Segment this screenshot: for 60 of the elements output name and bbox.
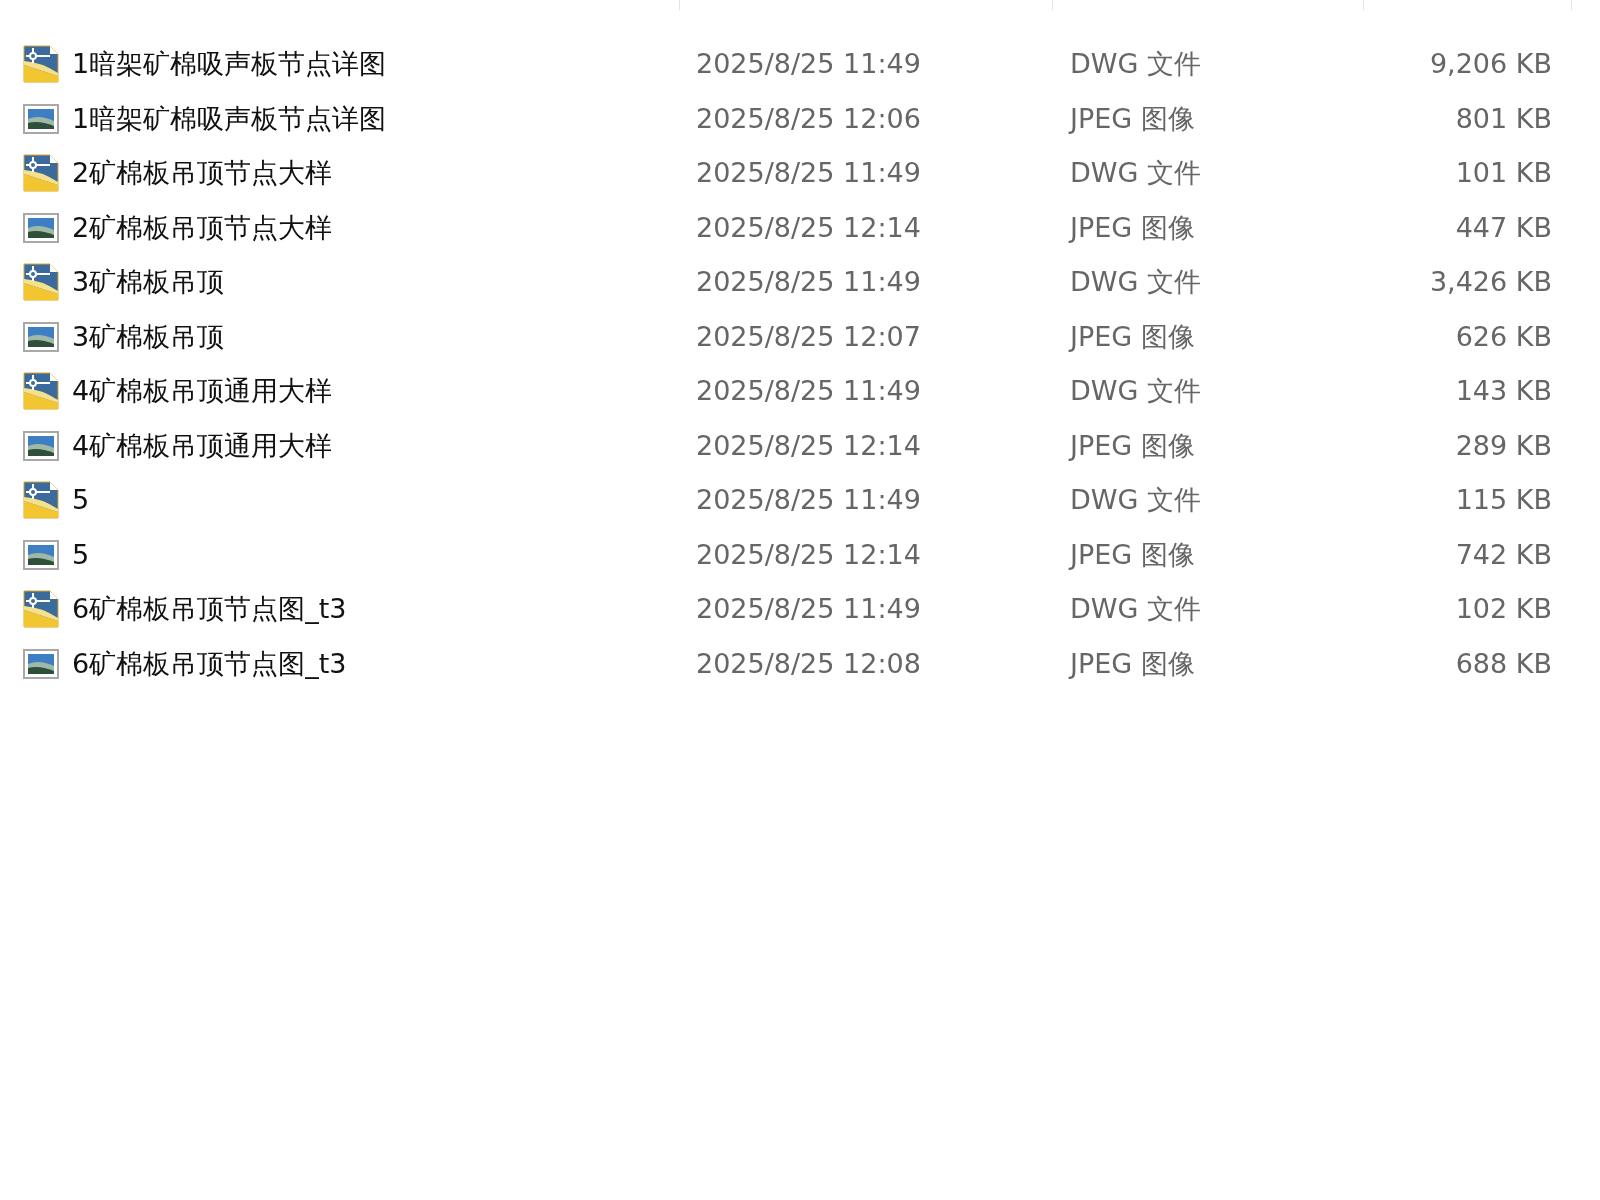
modified-date: 2025/8/25 12:14 bbox=[696, 211, 921, 243]
drawing-file-icon bbox=[23, 590, 59, 629]
file-type: DWG 文件 bbox=[1070, 157, 1201, 188]
modified-date: 2025/8/25 11:49 bbox=[696, 157, 921, 188]
modified-date: 2025/8/25 12:08 bbox=[696, 647, 921, 679]
file-name[interactable]: 5 bbox=[72, 480, 90, 521]
file-type: DWG 文件 bbox=[1070, 375, 1201, 406]
file-type: DWG 文件 bbox=[1070, 266, 1201, 297]
modified-date: 2025/8/25 12:06 bbox=[696, 102, 921, 134]
image-file-icon bbox=[23, 321, 59, 352]
drawing-file-icon bbox=[23, 372, 59, 411]
drawing-file-icon bbox=[23, 263, 59, 302]
file-name[interactable]: 1暗架矿棉吸声板节点详图 bbox=[72, 44, 387, 85]
image-file-icon bbox=[23, 430, 59, 461]
modified-date: 2025/8/25 11:49 bbox=[696, 593, 921, 624]
file-name[interactable]: 3矿棉板吊顶 bbox=[72, 316, 225, 357]
modified-date: 2025/8/25 11:49 bbox=[696, 375, 921, 406]
file-size: 447 KB bbox=[1455, 211, 1552, 243]
file-name[interactable]: 4矿棉板吊顶通用大样 bbox=[72, 425, 333, 466]
file-size: 742 KB bbox=[1455, 538, 1552, 570]
modified-date: 2025/8/25 12:07 bbox=[696, 320, 921, 352]
file-name[interactable]: 3矿棉板吊顶 bbox=[72, 262, 225, 303]
file-name[interactable]: 2矿棉板吊顶节点大样 bbox=[72, 153, 333, 194]
file-size: 9,206 KB bbox=[1429, 48, 1552, 79]
image-file-icon bbox=[23, 539, 59, 570]
file-name[interactable]: 6矿棉板吊顶节点图_t3 bbox=[72, 643, 347, 684]
file-name[interactable]: 5 bbox=[72, 534, 90, 575]
file-size: 801 KB bbox=[1455, 102, 1552, 134]
file-name[interactable]: 6矿棉板吊顶节点图_t3 bbox=[72, 589, 347, 630]
file-type: DWG 文件 bbox=[1070, 484, 1201, 515]
image-file-icon bbox=[23, 648, 59, 679]
modified-date: 2025/8/25 11:49 bbox=[696, 266, 921, 297]
drawing-file-icon bbox=[23, 481, 59, 520]
drawing-file-icon bbox=[23, 154, 59, 193]
file-size: 115 KB bbox=[1455, 484, 1552, 515]
file-size: 143 KB bbox=[1455, 375, 1552, 406]
file-size: 102 KB bbox=[1455, 593, 1552, 624]
file-name[interactable]: 4矿棉板吊顶通用大样 bbox=[72, 371, 333, 412]
file-size: 101 KB bbox=[1455, 157, 1552, 188]
file-type: JPEG 图像 bbox=[1070, 102, 1195, 134]
modified-date: 2025/8/25 12:14 bbox=[696, 538, 921, 570]
file-type: DWG 文件 bbox=[1070, 593, 1201, 624]
modified-date: 2025/8/25 11:49 bbox=[696, 48, 921, 79]
file-type: JPEG 图像 bbox=[1070, 538, 1195, 570]
modified-date: 2025/8/25 11:49 bbox=[696, 484, 921, 515]
image-file-icon bbox=[23, 103, 59, 134]
file-type: DWG 文件 bbox=[1070, 48, 1201, 79]
file-name[interactable]: 1暗架矿棉吸声板节点详图 bbox=[72, 98, 387, 139]
file-size: 688 KB bbox=[1455, 647, 1552, 679]
file-type: JPEG 图像 bbox=[1070, 647, 1195, 679]
image-file-icon bbox=[23, 212, 59, 243]
file-size: 289 KB bbox=[1455, 429, 1552, 461]
file-name[interactable]: 2矿棉板吊顶节点大样 bbox=[72, 207, 333, 248]
file-type: JPEG 图像 bbox=[1070, 211, 1195, 243]
file-type: JPEG 图像 bbox=[1070, 429, 1195, 461]
file-size: 3,426 KB bbox=[1429, 266, 1552, 297]
drawing-file-icon bbox=[23, 45, 59, 84]
file-size: 626 KB bbox=[1455, 320, 1552, 352]
file-type: JPEG 图像 bbox=[1070, 320, 1195, 352]
modified-date: 2025/8/25 12:14 bbox=[696, 429, 921, 461]
